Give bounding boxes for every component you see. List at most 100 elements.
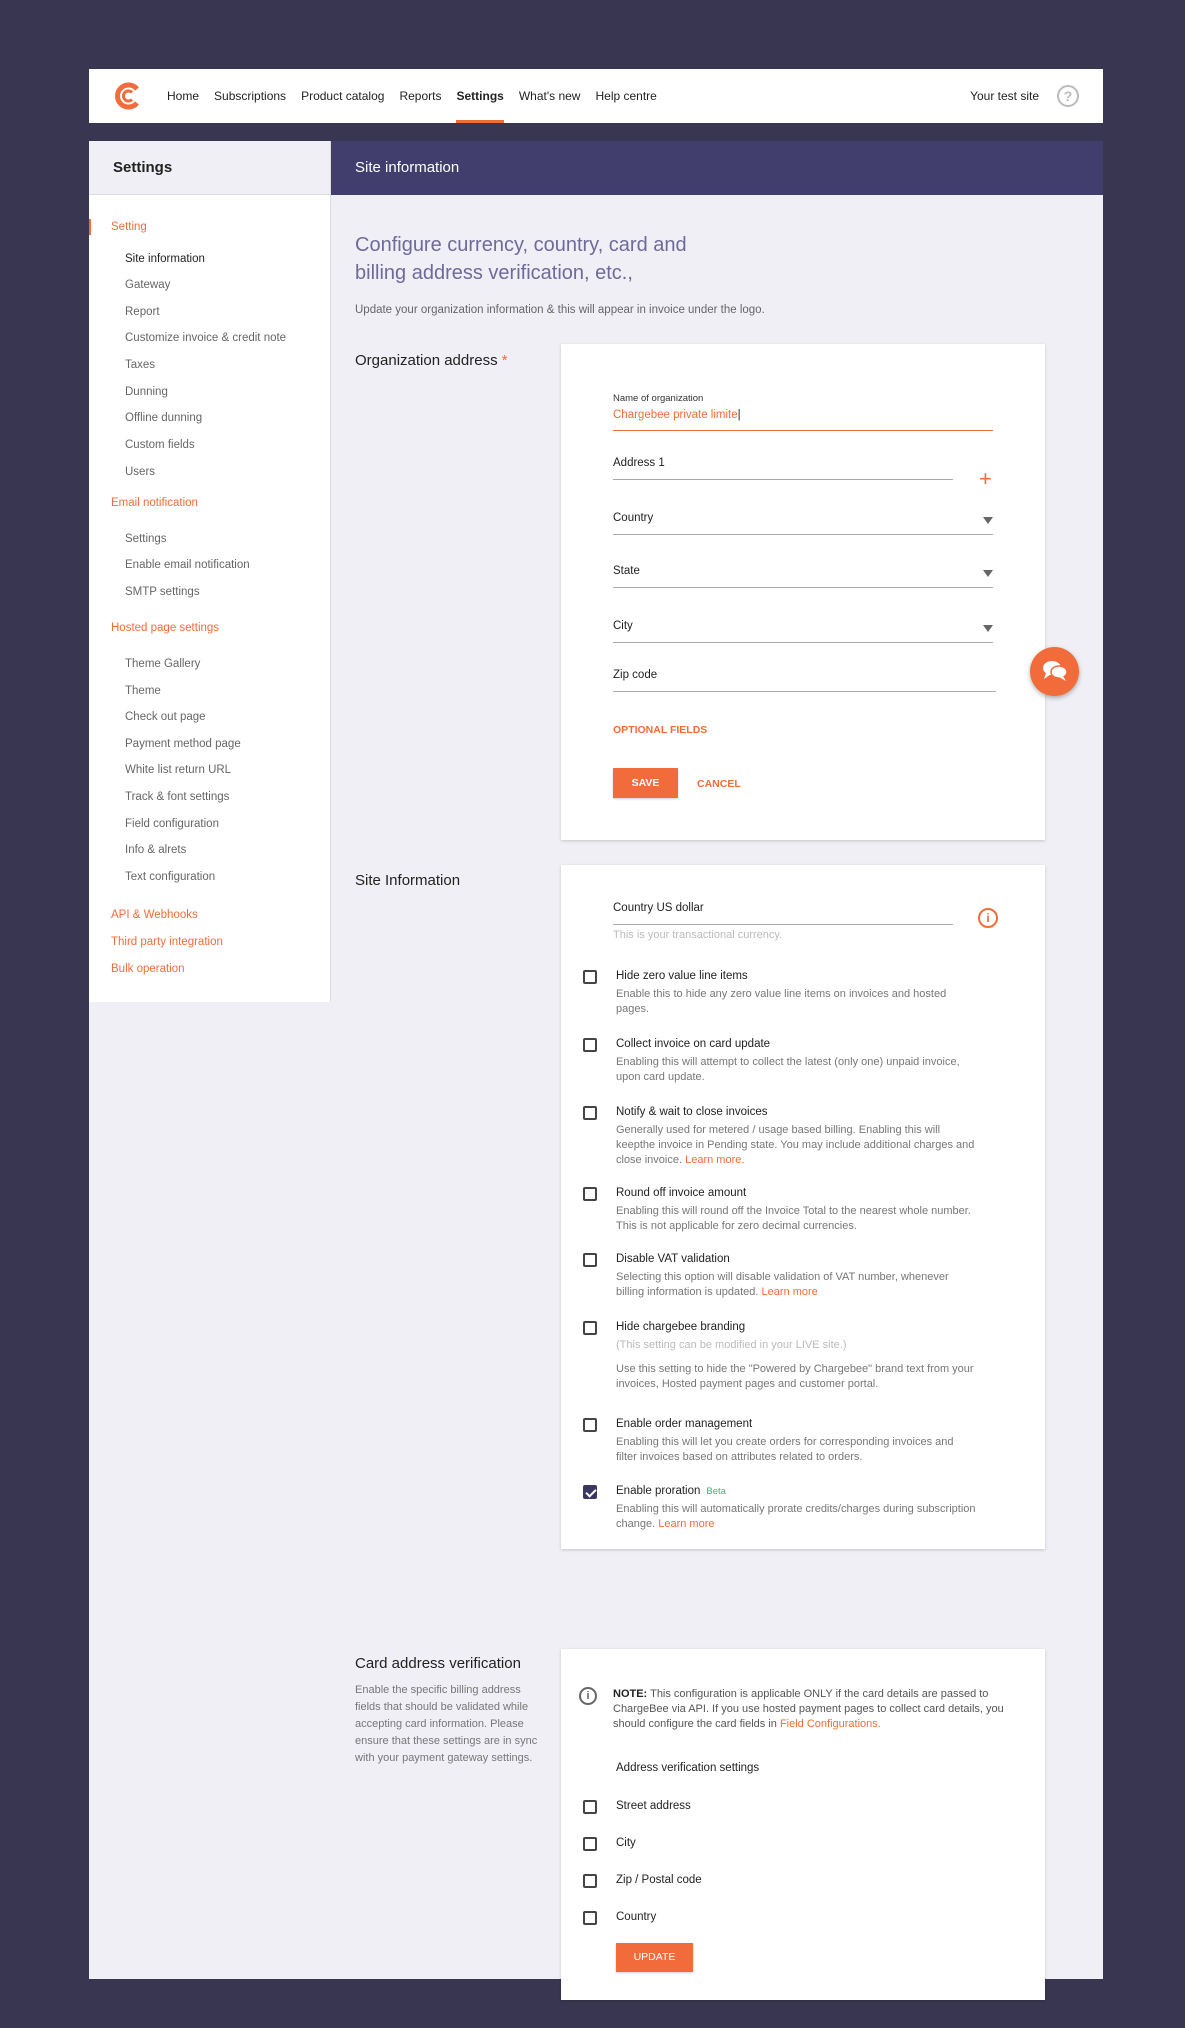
currency-hint: This is your transactional currency. xyxy=(613,929,783,941)
sidebar-group-third-party-integration[interactable]: Third party integration xyxy=(89,936,223,948)
option-muted-hide-branding: (This setting can be modified in your LI… xyxy=(616,1339,847,1351)
option-desc-order-management: Enabling this will let you create orders… xyxy=(616,1436,954,1463)
page-subtitle: Update your organization information & t… xyxy=(355,304,765,316)
nav-settings[interactable]: Settings xyxy=(456,69,505,123)
update-button[interactable]: UPDATE xyxy=(616,1943,693,1972)
option-desc-hide-zero-value: Enable this to hide any zero value line … xyxy=(616,988,947,1015)
sidebar-item-check-out-page[interactable]: Check out page xyxy=(89,711,206,723)
checkbox-street-address[interactable] xyxy=(583,1800,597,1814)
sidebar-item-white-list-return-url[interactable]: White list return URL xyxy=(89,764,231,776)
organization-name-value: Chargebee private limite xyxy=(613,409,738,421)
organization-name-input[interactable]: Chargebee private limite| xyxy=(613,409,741,421)
optional-fields-link[interactable]: OPTIONAL FIELDS xyxy=(613,724,707,736)
option-desc-round-off: Enabling this will round off the Invoice… xyxy=(616,1205,971,1232)
site-information-card: Country US dollar This is your transacti… xyxy=(561,865,1045,1549)
sidebar-group-hosted-page-settings[interactable]: Hosted page settings xyxy=(89,622,219,634)
required-mark: * xyxy=(501,352,508,369)
sidebar-item-report[interactable]: Report xyxy=(89,306,160,318)
add-address-icon[interactable]: + xyxy=(979,468,992,490)
sidebar-item-info-alerts[interactable]: Info & alrets xyxy=(89,844,186,856)
sidebar-item-taxes[interactable]: Taxes xyxy=(89,359,155,371)
save-button[interactable]: SAVE xyxy=(613,768,678,798)
top-navigation: Home Subscriptions Product catalog Repor… xyxy=(89,69,1103,123)
checkbox-hide-zero-value[interactable] xyxy=(583,970,597,984)
sidebar-group-email-notification[interactable]: Email notification xyxy=(89,497,198,509)
country-underline xyxy=(613,534,993,535)
sidebar-group-bulk-operation[interactable]: Bulk operation xyxy=(89,963,185,975)
nav-product-catalog[interactable]: Product catalog xyxy=(301,69,384,123)
checkbox-notify-wait[interactable] xyxy=(583,1106,597,1120)
checkbox-city[interactable] xyxy=(583,1837,597,1851)
option-title-notify-wait: Notify & wait to close invoices xyxy=(616,1106,768,1118)
cancel-button[interactable]: CANCEL xyxy=(697,778,741,790)
checkbox-collect-invoice[interactable] xyxy=(583,1038,597,1052)
zip-code-field[interactable]: Zip code xyxy=(613,669,657,681)
option-title-hide-branding: Hide chargebee branding xyxy=(616,1321,746,1333)
sidebar-item-text-configuration[interactable]: Text configuration xyxy=(89,871,215,883)
organization-name-label: Name of organization xyxy=(613,393,704,404)
sidebar-item-customize-invoice[interactable]: Customize invoice & credit note xyxy=(89,332,286,344)
option-desc-collect-invoice: Enabling this will attempt to collect th… xyxy=(616,1056,960,1083)
sidebar-item-site-information[interactable]: Site information xyxy=(89,253,205,265)
nav-subscriptions[interactable]: Subscriptions xyxy=(214,69,286,123)
checkbox-order-management[interactable] xyxy=(583,1418,597,1432)
chat-bubbles-icon[interactable] xyxy=(1030,647,1079,696)
site-switcher[interactable]: Your test site xyxy=(970,89,1039,103)
option-title-collect-invoice: Collect invoice on card update xyxy=(616,1038,771,1050)
learn-more-link[interactable]: Learn more xyxy=(658,1518,714,1530)
content-header: Site information xyxy=(331,141,1103,195)
state-select[interactable]: State xyxy=(613,565,640,577)
nav-home[interactable]: Home xyxy=(167,69,199,123)
nav-right: Your test site ? xyxy=(970,85,1079,107)
sidebar-item-theme-gallery[interactable]: Theme Gallery xyxy=(89,658,200,670)
city-select[interactable]: City xyxy=(613,620,633,632)
sidebar-item-field-configuration[interactable]: Field configuration xyxy=(89,818,219,830)
sidebar-item-payment-method-page[interactable]: Payment method page xyxy=(89,738,241,750)
address1-underline xyxy=(613,479,953,480)
organization-address-card: Name of organization Chargebee private l… xyxy=(561,344,1045,840)
checkbox-disable-vat[interactable] xyxy=(583,1253,597,1267)
sidebar-item-gateway[interactable]: Gateway xyxy=(89,279,170,291)
sidebar-group-api-webhooks[interactable]: API & Webhooks xyxy=(89,909,198,921)
sidebar-item-theme[interactable]: Theme xyxy=(89,685,161,697)
zip-code-underline xyxy=(613,691,996,692)
sidebar-item-custom-fields[interactable]: Custom fields xyxy=(89,439,195,451)
field-city: City xyxy=(616,1837,636,1849)
sidebar-group-setting[interactable]: Setting xyxy=(89,219,147,235)
checkbox-country[interactable] xyxy=(583,1911,597,1925)
nav-reports[interactable]: Reports xyxy=(399,69,441,123)
caret-down-icon[interactable] xyxy=(983,570,993,577)
info-icon[interactable]: i xyxy=(978,908,998,928)
sidebar-item-users[interactable]: Users xyxy=(89,466,155,478)
sidebar-item-track-font-settings[interactable]: Track & font settings xyxy=(89,791,229,803)
help-circle-icon[interactable]: ? xyxy=(1057,85,1079,107)
section-label-site-information: Site Information xyxy=(355,872,461,889)
option-title-round-off: Round off invoice amount xyxy=(616,1187,747,1199)
chargebee-logo-icon[interactable] xyxy=(113,81,143,111)
caret-down-icon[interactable] xyxy=(983,625,993,632)
sidebar-item-email-settings[interactable]: Settings xyxy=(89,533,167,545)
option-title-enable-proration: Enable proration Beta xyxy=(616,1485,726,1497)
learn-more-link[interactable]: Learn more. xyxy=(685,1154,744,1166)
settings-body: Settings Setting Site information Gatewa… xyxy=(89,141,1103,2000)
learn-more-link[interactable]: Learn more xyxy=(762,1286,818,1298)
country-select[interactable]: Country xyxy=(613,512,653,524)
address1-field[interactable]: Address 1 xyxy=(613,457,665,469)
option-desc-disable-vat: Selecting this option will disable valid… xyxy=(616,1271,949,1298)
nav-help-centre[interactable]: Help centre xyxy=(595,69,656,123)
checkbox-round-off[interactable] xyxy=(583,1187,597,1201)
organization-name-underline xyxy=(613,430,993,431)
nav-whats-new[interactable]: What's new xyxy=(519,69,581,123)
sidebar-item-dunning[interactable]: Dunning xyxy=(89,386,168,398)
caret-down-icon[interactable] xyxy=(983,517,993,524)
checkbox-enable-proration[interactable] xyxy=(583,1485,597,1499)
checkbox-hide-branding[interactable] xyxy=(583,1321,597,1335)
field-configurations-link[interactable]: Field Configurations. xyxy=(780,1718,881,1730)
sidebar-item-smtp-settings[interactable]: SMTP settings xyxy=(89,586,200,598)
checkbox-zip-postal[interactable] xyxy=(583,1874,597,1888)
sidebar-item-enable-email-notification[interactable]: Enable email notification xyxy=(89,559,250,571)
currency-field[interactable]: Country US dollar xyxy=(613,902,704,914)
address-verification-heading: Address verification settings xyxy=(616,1762,760,1774)
card-verification-note: NOTE: This configuration is applicable O… xyxy=(613,1688,1004,1730)
sidebar-item-offline-dunning[interactable]: Offline dunning xyxy=(89,412,202,424)
